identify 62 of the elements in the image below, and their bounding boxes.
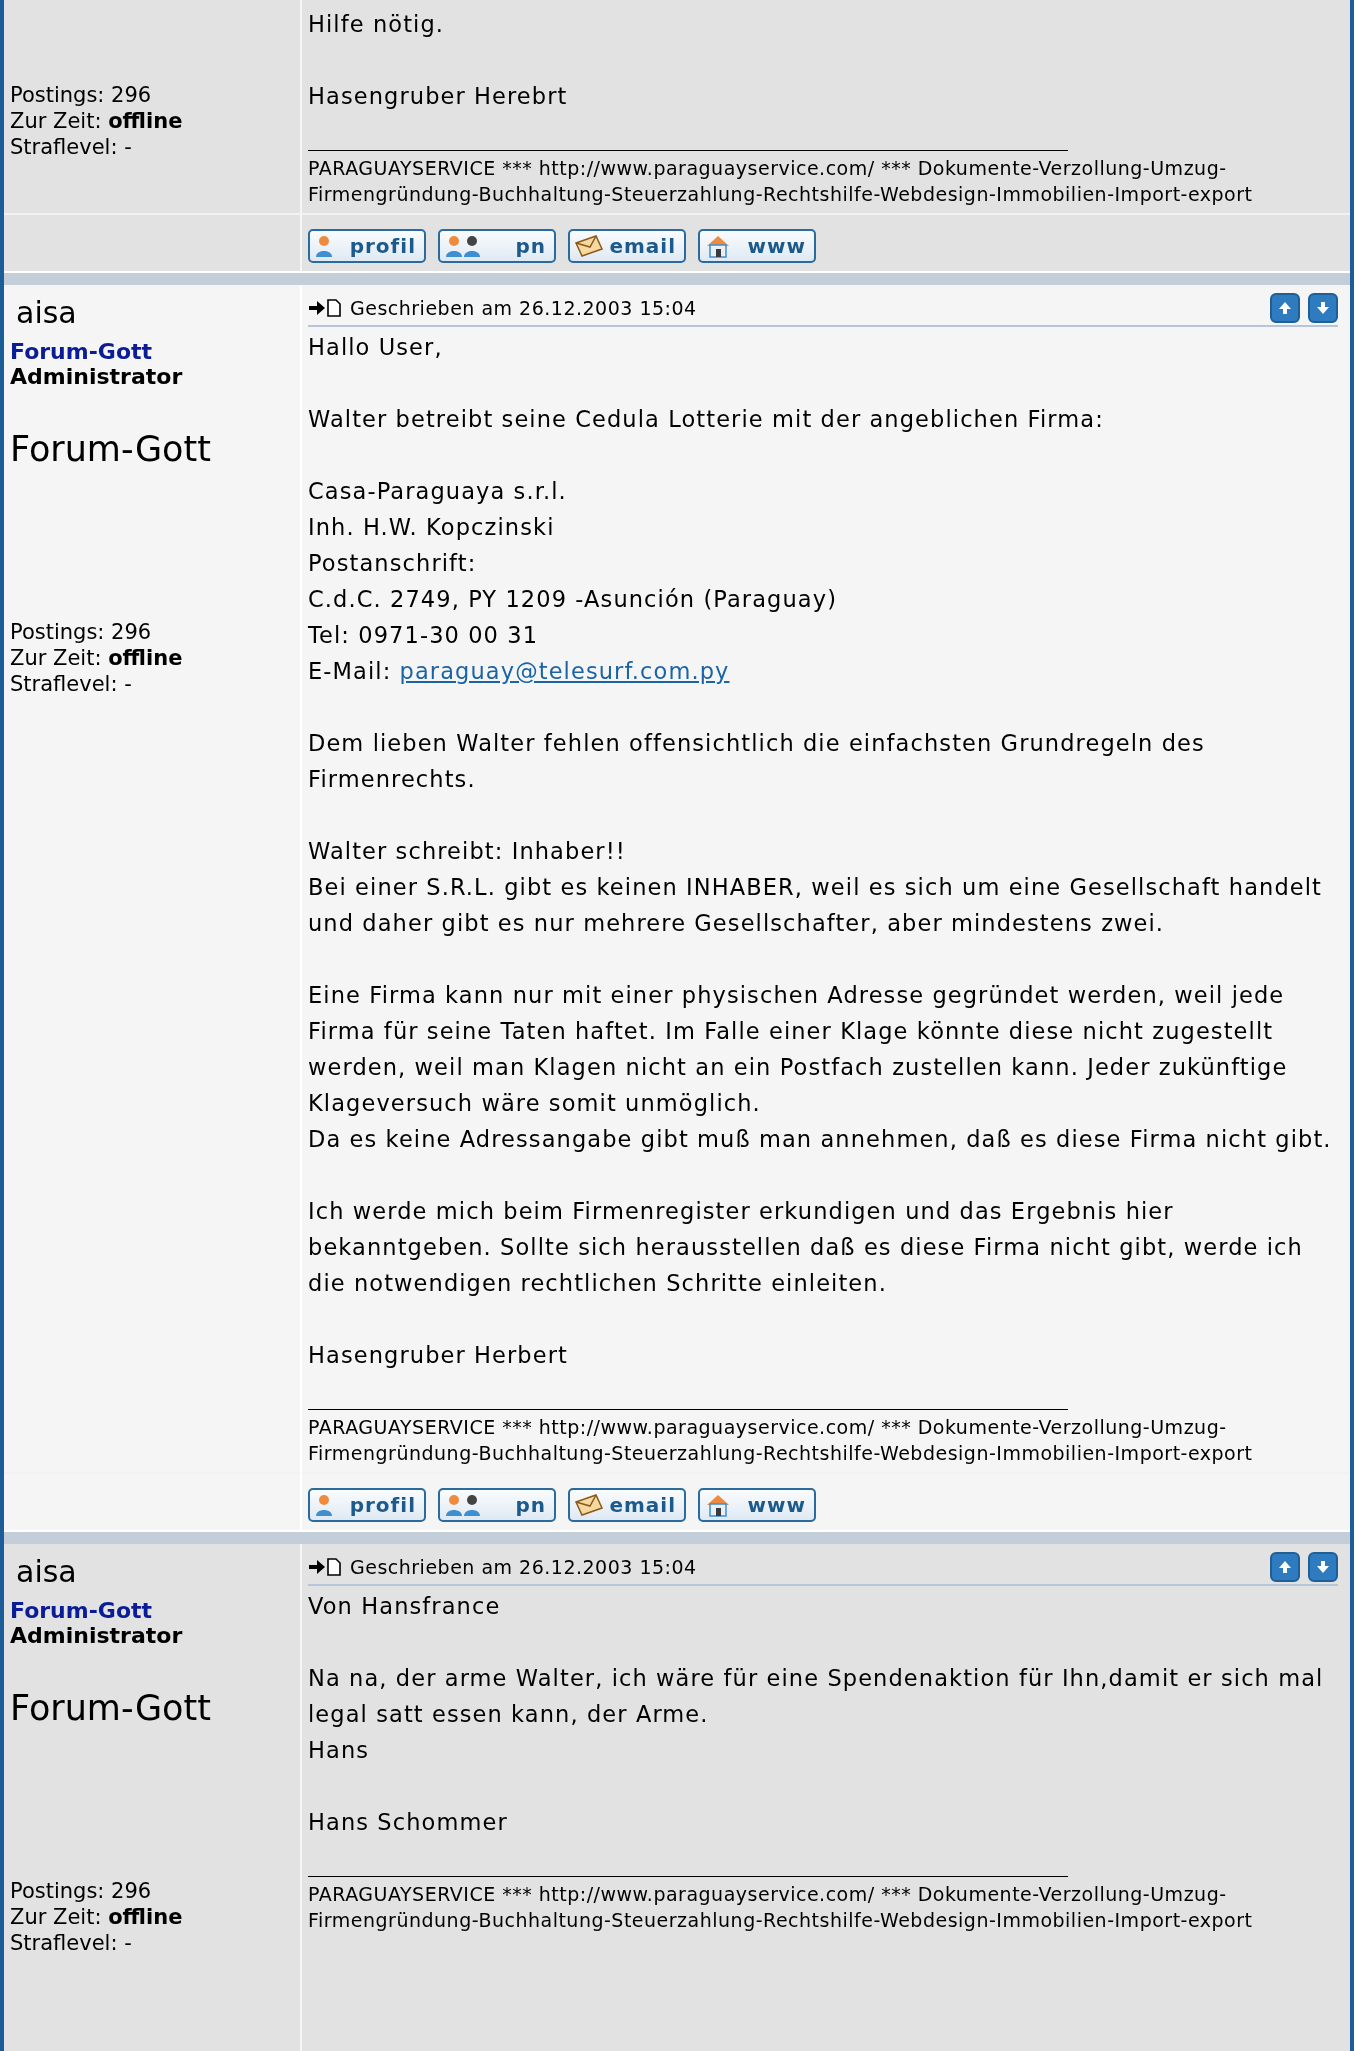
post-text: Eine Firma kann nur mit einer physischen Adresse gegründet werden, weil jede Firma für seine Taten haftet. Im Falle einer Klage könnte diese nicht zugestellt werden, weil man Klagen nicht an ein Postfach zustellen kann. Jeder zukünftige Klageversuch wäre somit unmöglich. — [308, 981, 1289, 1118]
post-date: Geschrieben am 26.12.2003 15:04 — [350, 297, 697, 319]
post-text: Von Hansfrance — [308, 1592, 502, 1621]
author-name: aisa — [15, 295, 78, 331]
envelope-icon — [574, 235, 604, 257]
post-text: Hans Schommer — [308, 1808, 509, 1837]
envelope-icon — [574, 1494, 604, 1516]
post-text: Hasengruber Herbert — [308, 1341, 569, 1370]
penalty-level: Straflevel: - — [10, 134, 133, 160]
www-button[interactable]: www — [698, 1488, 816, 1522]
email-button[interactable]: email — [568, 1488, 686, 1522]
profile-button[interactable]: profil — [308, 1488, 426, 1522]
online-status: Zur Zeit: offline — [10, 1904, 184, 1930]
email-button[interactable]: email — [568, 229, 686, 263]
penalty-level: Straflevel: - — [10, 1930, 133, 1956]
postings-count: Postings: 296 — [10, 619, 153, 645]
rank-title: Forum-Gott — [10, 429, 212, 469]
post-text: Hans — [308, 1736, 371, 1765]
rank-title: Forum-Gott — [10, 1688, 212, 1728]
post-text: Casa-Paraguaya s.r.l. — [308, 477, 568, 506]
author-name: aisa — [15, 1554, 78, 1590]
user-rank: Forum-Gott — [10, 339, 154, 364]
arrow-document-icon — [308, 299, 342, 317]
scroll-down-button[interactable] — [1308, 1552, 1338, 1582]
signature-text: PARAGUAYSERVICE *** http://www.paraguayservice.com/ *** Dokumente-Verzollung-Umzug-Firmengründung-Buchhaltung-Steuerzahlung-Rechtshilfe-Webdesign-Immobilien-Import-export — [308, 1415, 1254, 1466]
postings-count: Postings: 296 — [10, 1878, 153, 1904]
post-text: Tel: 0971-30 00 31 — [308, 621, 540, 650]
signature-text: PARAGUAYSERVICE *** http://www.paraguayservice.com/ *** Dokumente-Verzollung-Umzug-Firmengründung-Buchhaltung-Steuerzahlung-Rechtshilfe-Webdesign-Immobilien-Import-export — [308, 1882, 1254, 1933]
post-text: C.d.C. 2749, PY 1209 -Asunción (Paraguay) — [308, 585, 838, 614]
online-status: Zur Zeit: offline — [10, 645, 184, 671]
post-text: Inh. H.W. Kopczinski — [308, 513, 556, 542]
email-link[interactable]: paraguay@telesurf.com.py — [399, 658, 730, 684]
scroll-down-button[interactable] — [1308, 293, 1338, 323]
post-text: Da es keine Adressangabe gibt muß man annehmen, daß es diese Firma nicht gibt. — [308, 1125, 1333, 1154]
scroll-up-button[interactable] — [1270, 1552, 1300, 1582]
scroll-up-button[interactable] — [1270, 293, 1300, 323]
www-button[interactable]: www — [698, 229, 816, 263]
post-date: Geschrieben am 26.12.2003 15:04 — [350, 1556, 697, 1578]
user-rank: Forum-Gott — [10, 1598, 154, 1623]
post-text: Walter schreibt: Inhaber!! — [308, 837, 627, 866]
online-status: Zur Zeit: offline — [10, 108, 184, 134]
post-text: Hilfe nötig. — [308, 10, 446, 39]
penalty-level: Straflevel: - — [10, 671, 133, 697]
post-text: Na na, der arme Walter, ich wäre für eine Spendenaktion für Ihn,damit er sich mal legal satt essen kann, der Arme. — [308, 1664, 1325, 1729]
person-icon — [314, 234, 334, 258]
post-text: Hallo User, — [308, 333, 444, 362]
post-text: Hasengruber Herebrt — [308, 82, 569, 111]
post-text: Walter betreibt seine Cedula Lotterie mit der angeblichen Firma: — [308, 405, 1105, 434]
post-text: Ich werde mich beim Firmenregister erkundigen und das Ergebnis hier bekanntgeben. Sollte sich herausstellen daß es diese Firma nicht gibt, werde ich die notwendigen rechtlichen Schritte einleiten. — [308, 1197, 1304, 1298]
postings-count: Postings: 296 — [10, 82, 153, 108]
person-icon — [314, 1493, 334, 1517]
user-role: Administrator — [10, 1623, 184, 1648]
post-text: Bei einer S.R.L. gibt es keinen INHABER, weil es sich um eine Gesellschaft handelt und daher gibt es nur mehrere Gesellschafter, aber mindestens zwei. — [308, 873, 1323, 938]
profile-button[interactable]: profil — [308, 229, 426, 263]
message-button[interactable]: pn — [438, 1488, 556, 1522]
post-text: Dem lieben Walter fehlen offensichtlich die einfachsten Grundregeln des Firmenrechts. — [308, 729, 1206, 794]
arrow-document-icon — [308, 1558, 342, 1576]
user-role: Administrator — [10, 364, 184, 389]
post-text: E-Mail: paraguay@telesurf.com.py — [308, 657, 731, 686]
message-button[interactable]: pn — [438, 229, 556, 263]
signature-text: PARAGUAYSERVICE *** http://www.paraguayservice.com/ *** Dokumente-Verzollung-Umzug-Firmengründung-Buchhaltung-Steuerzahlung-Rechtshilfe-Webdesign-Immobilien-Import-export — [308, 156, 1254, 207]
post-text: Postanschrift: — [308, 549, 478, 578]
